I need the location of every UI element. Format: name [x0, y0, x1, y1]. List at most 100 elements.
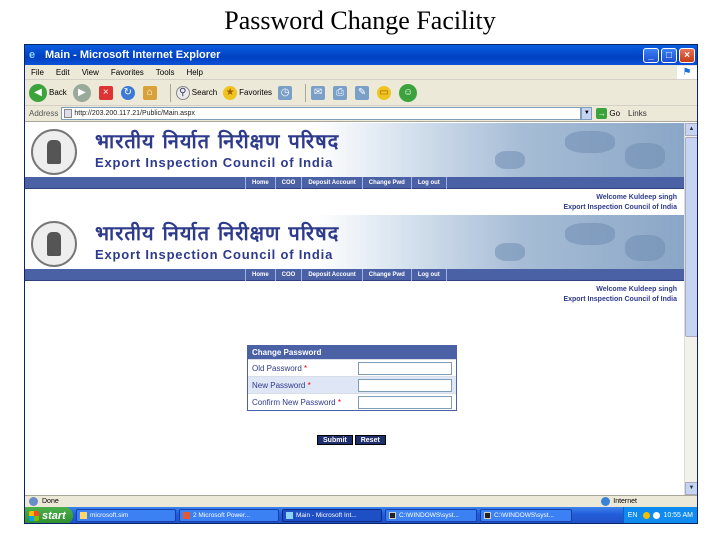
welcome-block: Welcome Kuldeep singh Export Inspection …	[25, 285, 685, 307]
scroll-down-icon[interactable]: ▼	[685, 482, 697, 495]
confirm-password-input[interactable]	[358, 395, 452, 409]
english-title: Export Inspection Council of India	[95, 155, 334, 170]
hindi-title: भारतीय निर्यात निरीक्षण परिषद	[95, 221, 340, 245]
forward-button[interactable]: ▶	[72, 83, 93, 102]
clock: 10:55 AM	[663, 512, 693, 519]
language-indicator[interactable]: EN	[628, 512, 638, 519]
folder-button[interactable]: ▭	[377, 85, 393, 100]
nav-deposit-account[interactable]: Deposit Account	[301, 268, 361, 281]
address-input[interactable]: http://203.200.117.21/Public/Main.aspx	[61, 107, 582, 120]
maximize-button[interactable]: □	[661, 47, 677, 63]
address-dropdown-icon[interactable]: ▼	[581, 107, 593, 120]
taskbar-item[interactable]: 2 Microsoft Power...	[179, 509, 279, 522]
refresh-icon: ↻	[120, 85, 135, 100]
form-buttons: Submit Reset	[317, 435, 386, 445]
print-icon: ⎙	[333, 85, 348, 100]
menu-help[interactable]: Help	[186, 68, 202, 77]
status-zone: Internet	[601, 497, 697, 506]
hindi-title: भारतीय निर्यात निरीक्षण परिषद	[95, 129, 340, 153]
scroll-thumb[interactable]	[685, 137, 697, 337]
reset-button[interactable]: Reset	[354, 435, 386, 445]
nav-deposit-account[interactable]: Deposit Account	[301, 176, 361, 189]
address-url: http://203.200.117.21/Public/Main.aspx	[74, 110, 195, 117]
page-done-icon	[29, 497, 38, 506]
taskbar-item[interactable]: Main - Microsoft Int...	[282, 509, 382, 522]
nav-home[interactable]: Home	[245, 268, 275, 281]
mail-button[interactable]: ✉	[311, 85, 327, 100]
menu-view[interactable]: View	[82, 68, 99, 77]
nav-change-pwd[interactable]: Change Pwd	[361, 268, 411, 281]
tray-app-icon[interactable]	[643, 512, 651, 519]
menu-file[interactable]: File	[31, 68, 44, 77]
nav-logout[interactable]: Log out	[410, 176, 447, 189]
submit-button[interactable]: Submit	[317, 435, 353, 445]
home-button[interactable]: ⌂	[142, 85, 159, 100]
internet-globe-icon	[601, 497, 611, 506]
tray-app-icon[interactable]	[653, 512, 661, 519]
powerpoint-icon	[183, 512, 190, 519]
nav-coo[interactable]: COO	[274, 176, 302, 189]
back-label: Back	[49, 88, 67, 97]
start-label: start	[42, 509, 66, 522]
required-marker: *	[304, 363, 308, 373]
old-password-input[interactable]	[358, 361, 452, 375]
confirm-password-label: Confirm New Password *	[248, 398, 358, 407]
scroll-up-icon[interactable]: ▲	[685, 123, 697, 136]
nav-coo[interactable]: COO	[274, 268, 302, 281]
nav-change-pwd[interactable]: Change Pwd	[361, 176, 411, 189]
search-label: Search	[191, 88, 218, 97]
print-button[interactable]: ⎙	[333, 85, 349, 100]
toolbar-separator	[305, 83, 307, 102]
menu-favorites[interactable]: Favorites	[111, 68, 144, 77]
welcome-org: Export Inspection Council of India	[563, 296, 677, 303]
menu-tools[interactable]: Tools	[156, 68, 175, 77]
welcome-user: Welcome Kuldeep singh	[596, 194, 677, 201]
back-button[interactable]: ◀ Back	[29, 83, 67, 102]
go-button[interactable]: → Go	[596, 108, 620, 119]
favorites-button[interactable]: ★ Favorites	[223, 85, 272, 100]
taskbar-item-label: microsoft.sim	[90, 512, 129, 519]
old-password-label-text: Old Password	[252, 363, 302, 373]
menu-edit[interactable]: Edit	[56, 68, 70, 77]
search-button[interactable]: ⚲ Search	[175, 85, 218, 100]
world-map-decoration	[495, 151, 525, 169]
taskbar-item[interactable]: C:\WINDOWS\syst...	[480, 509, 572, 522]
nav-logout[interactable]: Log out	[410, 268, 447, 281]
messenger-button[interactable]: ☺	[399, 83, 419, 102]
confirm-password-label-text: Confirm New Password	[252, 397, 336, 407]
stop-button[interactable]: ×	[98, 85, 115, 100]
nav-bar: Home COO Deposit Account Change Pwd Log …	[25, 176, 685, 189]
vertical-scrollbar[interactable]: ▲ ▼	[684, 123, 697, 495]
edit-button[interactable]: ✎	[355, 85, 371, 100]
slide-title: Password Change Facility	[224, 6, 496, 35]
taskbar-item-label: 2 Microsoft Power...	[193, 512, 251, 519]
start-button[interactable]: start	[25, 507, 73, 523]
english-title: Export Inspection Council of India	[95, 247, 334, 262]
new-password-input[interactable]	[358, 378, 452, 392]
refresh-button[interactable]: ↻	[120, 85, 137, 100]
toolbar-separator	[169, 83, 171, 102]
confirm-password-row: Confirm New Password *	[248, 393, 456, 410]
browser-window: e Main - Microsoft Internet Explorer _ □…	[24, 44, 698, 524]
site-banner: भारतीय निर्यात निरीक्षण परिषद Export Ins…	[25, 215, 685, 269]
links-button[interactable]: Links	[628, 109, 647, 118]
welcome-block: Welcome Kuldeep singh Export Inspection …	[25, 193, 685, 215]
status-bar: Done Internet	[25, 495, 697, 507]
nav-home[interactable]: Home	[245, 176, 275, 189]
system-tray: EN 10:55 AM	[622, 507, 697, 523]
address-label: Address	[29, 109, 59, 118]
world-map-decoration	[565, 223, 615, 245]
history-button[interactable]: ◷	[278, 85, 294, 100]
close-button[interactable]: ×	[679, 47, 695, 63]
window-title: Main - Microsoft Internet Explorer	[45, 49, 221, 61]
taskbar-item[interactable]: microsoft.sim	[76, 509, 176, 522]
taskbar-item-label: Main - Microsoft Int...	[296, 512, 357, 519]
page-content: भारतीय निर्यात निरीक्षण परिषद Export Ins…	[25, 123, 685, 495]
required-marker: *	[307, 380, 311, 390]
taskbar-item[interactable]: C:\WINDOWS\syst...	[385, 509, 477, 522]
taskbar: start microsoft.sim 2 Microsoft Power...…	[25, 507, 697, 523]
back-arrow-icon: ◀	[29, 83, 47, 102]
toolbar: ◀ Back ▶ × ↻ ⌂ ⚲ Search ★ Favorites ◷ ✉	[25, 80, 697, 106]
minimize-button[interactable]: _	[643, 47, 659, 63]
world-map-decoration	[625, 143, 665, 169]
